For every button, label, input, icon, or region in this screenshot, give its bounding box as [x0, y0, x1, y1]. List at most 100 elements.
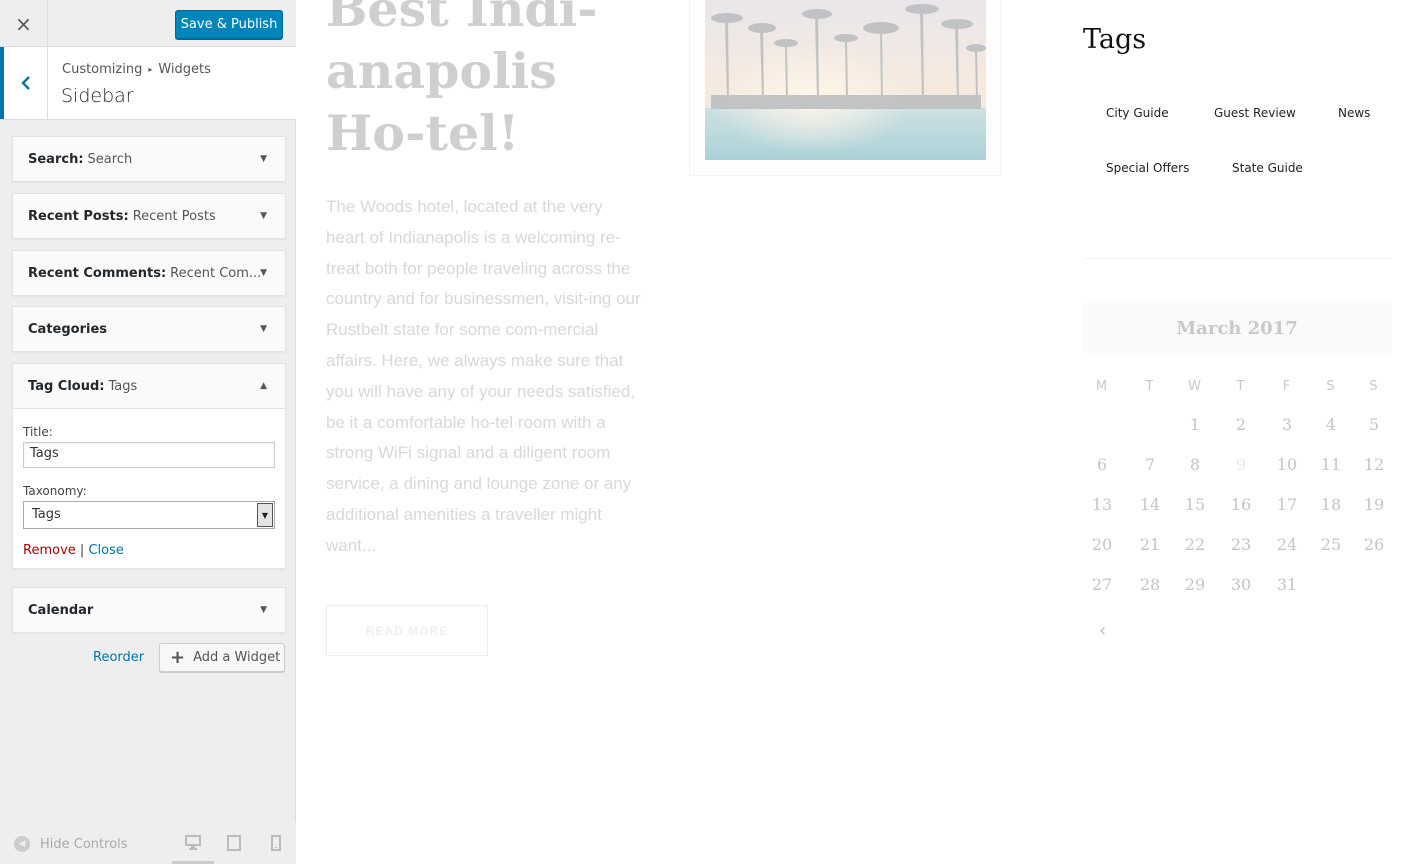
widget-header[interactable]: Recent Posts: Recent Posts ▼: [13, 194, 285, 238]
calendar-day: 17: [1276, 495, 1298, 514]
breadcrumb: Customizing ▸ Widgets: [62, 62, 211, 77]
back-button[interactable]: [0, 47, 48, 119]
chevron-left-icon: [20, 76, 30, 90]
widget-type: Tag Cloud: [28, 378, 100, 394]
calendar-weekday: M: [1095, 379, 1109, 394]
calendar-day: 4: [1325, 415, 1337, 434]
calendar-weekday: T: [1236, 379, 1246, 394]
post-excerpt: The Woods hotel, located at the very hea…: [326, 197, 641, 555]
widget-header[interactable]: Recent Comments: Recent Com... ▼: [13, 251, 285, 295]
calendar-day: 5: [1368, 415, 1380, 434]
close-link[interactable]: Close: [88, 543, 123, 558]
calendar-day: 21: [1139, 535, 1161, 554]
taxonomy-select[interactable]: Tags ▼: [23, 501, 275, 529]
calendar-day: 23: [1230, 535, 1252, 554]
calendar-weekday: F: [1282, 379, 1292, 394]
widget-type: Recent Comments: [28, 265, 161, 281]
plus-icon: +: [170, 647, 186, 668]
calendar-day: 26: [1363, 535, 1385, 554]
customizer-panel: × Save & Publish Customizing ▸ Widgets Sid…: [0, 0, 296, 864]
widget-divider: [1084, 258, 1392, 259]
widget-tag-cloud: Tag Cloud: Tags ▲ Title: Tags Taxonomy: T…: [12, 363, 286, 569]
calendar-day: 22: [1184, 535, 1206, 554]
hide-controls-button[interactable]: ◀ Hide Controls: [14, 836, 128, 852]
caret-down-icon[interactable]: ▼: [260, 211, 267, 221]
calendar-day: 3: [1281, 415, 1293, 434]
panel-footer: ◀ Hide Controls: [0, 822, 296, 864]
add-widget-button[interactable]: + Add a Widget: [159, 643, 285, 672]
widget-type: Calendar: [28, 602, 94, 618]
caret-up-icon[interactable]: ▲: [260, 381, 267, 391]
widget-form: Title: Tags Taxonomy: Tags ▼ Remove | Cl…: [13, 408, 285, 568]
calendar-day: 18: [1320, 495, 1342, 514]
calendar-weekday: T: [1145, 379, 1155, 394]
panel-header: × Save & Publish: [0, 0, 296, 47]
widget-header[interactable]: Calendar ▼: [13, 588, 285, 632]
hide-controls-label: Hide Controls: [40, 836, 128, 852]
widget-title: Search: [87, 151, 133, 167]
calendar-day: 20: [1091, 535, 1113, 554]
close-icon: ×: [15, 11, 32, 36]
close-customizer-button[interactable]: ×: [0, 0, 48, 47]
calendar-day: 8: [1189, 455, 1201, 474]
remove-link[interactable]: Remove: [23, 543, 76, 558]
calendar-day: 16: [1230, 495, 1252, 514]
title-label: Title:: [23, 425, 53, 439]
calendar-day: 30: [1230, 575, 1252, 594]
read-more-button[interactable]: READ MORE: [326, 605, 488, 656]
post-title[interactable]: Best Indi-anapolis Ho-tel!: [326, 0, 656, 164]
widget-type: Recent Posts: [28, 208, 124, 224]
dropdown-arrow-icon[interactable]: ▼: [257, 503, 273, 527]
calendar-day: 1: [1189, 415, 1201, 434]
calendar-day: 6: [1096, 455, 1108, 474]
widget-header[interactable]: Search: Search ▼: [13, 137, 285, 181]
widget-header[interactable]: Categories ▼: [13, 307, 285, 351]
tags-widget-title: Tags: [1083, 24, 1147, 55]
desktop-preview-icon[interactable]: [185, 835, 201, 850]
taxonomy-value: Tags: [32, 507, 61, 522]
calendar-day: 13: [1091, 495, 1113, 514]
widget-search: Search: Search ▼: [12, 136, 286, 182]
tag-link[interactable]: News: [1338, 106, 1370, 120]
calendar-day: 27: [1091, 575, 1113, 594]
caret-down-icon[interactable]: ▼: [260, 154, 267, 164]
caret-down-icon[interactable]: ▼: [260, 268, 267, 278]
widget-title: Recent Com...: [170, 265, 262, 281]
calendar-day: 29: [1184, 575, 1206, 594]
palm-beach-image: [705, 0, 986, 160]
calendar-prev-icon[interactable]: ‹: [1099, 620, 1106, 641]
widget-calendar: Calendar ▼: [12, 587, 286, 633]
title-input[interactable]: Tags: [23, 442, 275, 468]
caret-down-icon[interactable]: ▼: [260, 324, 267, 334]
widget-header[interactable]: Tag Cloud: Tags ▲: [13, 364, 285, 408]
widget-title: Recent Posts: [132, 208, 216, 224]
calendar-day: 15: [1184, 495, 1206, 514]
widget-type: Categories: [28, 321, 108, 337]
widget-actions: Remove | Close: [23, 543, 275, 558]
calendar-day: 25: [1320, 535, 1342, 554]
tag-link[interactable]: City Guide: [1106, 106, 1169, 120]
actions-divider: |: [79, 543, 85, 558]
caret-down-icon[interactable]: ▼: [260, 605, 267, 615]
tag-link[interactable]: Guest Review: [1214, 106, 1296, 120]
section-title: Sidebar: [61, 85, 134, 107]
calendar-weekday: W: [1188, 379, 1202, 394]
breadcrumb-separator: ▸: [148, 65, 153, 74]
tag-link[interactable]: State Guide: [1232, 161, 1303, 175]
taxonomy-label: Taxonomy:: [23, 484, 87, 498]
calendar-caption: March 2017: [1082, 303, 1392, 353]
mobile-preview-icon[interactable]: [271, 835, 281, 851]
calendar-day: 31: [1276, 575, 1298, 594]
reorder-link[interactable]: Reorder: [93, 650, 144, 665]
widget-recent-posts: Recent Posts: Recent Posts ▼: [12, 193, 286, 239]
widget-categories: Categories ▼: [12, 306, 286, 352]
tablet-preview-icon[interactable]: [227, 835, 241, 851]
calendar-day: 19: [1363, 495, 1385, 514]
calendar-day: 10: [1276, 455, 1298, 474]
breadcrumb-child: Widgets: [158, 62, 211, 77]
tag-link[interactable]: Special Offers: [1106, 161, 1189, 175]
widget-title: Tags: [108, 378, 138, 394]
save-publish-button[interactable]: Save & Publish: [175, 10, 283, 39]
site-preview: Best Indi-anapolis Ho-tel! The Woods hot…: [297, 0, 1419, 864]
calendar-day: 24: [1276, 535, 1298, 554]
